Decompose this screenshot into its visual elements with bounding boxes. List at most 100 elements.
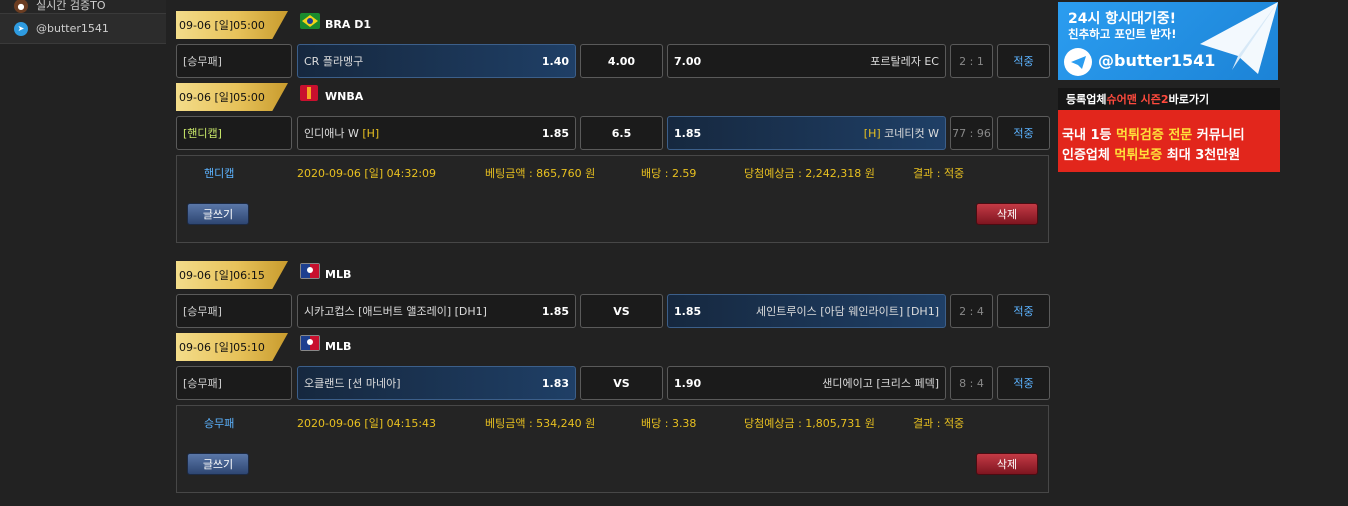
reg-top-prefix: 등록업체 xyxy=(1066,93,1107,106)
home-team: 인디애나 W xyxy=(304,127,359,140)
handicap-mark: [H] xyxy=(362,127,380,140)
delete-button[interactable]: 삭제 xyxy=(976,453,1038,475)
away-team: 코네티컷 W xyxy=(884,127,939,140)
league-header: 09-06 [일]05:10 MLB xyxy=(176,333,1050,361)
bet-summary: 핸디캡 2020-09-06 [일] 04:32:09 베팅금액 : 865,7… xyxy=(176,155,1049,243)
league-name: MLB xyxy=(325,340,352,353)
match-date: 09-06 [일]05:10 xyxy=(176,333,288,361)
brazil-flag-icon xyxy=(300,13,320,29)
bet-row: [승무패] CR 플라멩구 1.40 4.00 7.00 포르탈레자 EC 2 … xyxy=(176,44,1050,78)
home-team: 오클랜드 [션 마네아] xyxy=(304,377,401,390)
away-team: 샌디에이고 [크리스 페덱] xyxy=(822,377,939,390)
sidebar: ● 실시간 검증TO ➤ @butter1541 xyxy=(0,0,166,44)
away-odd: 7.00 xyxy=(674,54,702,68)
telegram-banner-subtitle: 친추하고 포인트 받자! xyxy=(1068,27,1177,41)
bet-row: [핸디캡] 인디애나 W [H] 1.85 6.5 1.85 [H] 코네티컷 … xyxy=(176,116,1050,150)
away-odd: 1.85 xyxy=(674,126,702,140)
away-pick[interactable]: 1.85 [H] 코네티컷 W xyxy=(667,116,946,150)
handicap-line[interactable]: 6.5 xyxy=(580,116,663,150)
away-pick[interactable]: 1.90 샌디에이고 [크리스 페덱] xyxy=(667,366,946,400)
summary-type: 승무패 xyxy=(204,417,235,430)
result-badge: 적중 xyxy=(997,116,1050,150)
sidebar-item-label: @butter1541 xyxy=(36,22,109,35)
league-name: WNBA xyxy=(325,90,364,103)
summary-line: 핸디캡 2020-09-06 [일] 04:32:09 베팅금액 : 865,7… xyxy=(177,165,1048,180)
home-odd: 1.40 xyxy=(541,54,569,68)
summary-type: 핸디캡 xyxy=(204,167,235,180)
write-button[interactable]: 글쓰기 xyxy=(187,453,249,475)
match-date: 09-06 [일]05:00 xyxy=(176,11,288,39)
user-icon: ● xyxy=(14,0,28,13)
match-score: 8 : 4 xyxy=(950,366,993,400)
league-header: 09-06 [일]06:15 MLB xyxy=(176,261,1050,289)
result-badge: 적중 xyxy=(997,294,1050,328)
away-pick[interactable]: 1.85 세인트루이스 [아담 웨인라이트] [DH1] xyxy=(667,294,946,328)
summary-amount: 베팅금액 : 534,240 원 xyxy=(485,417,596,430)
league-name: MLB xyxy=(325,268,352,281)
reg-line1-c: 커뮤니티 xyxy=(1192,128,1245,143)
versus-label: VS xyxy=(580,366,663,400)
result-badge: 적중 xyxy=(997,366,1050,400)
sidebar-item-telegram[interactable]: ➤ @butter1541 xyxy=(0,14,166,44)
home-pick[interactable]: 인디애나 W [H] 1.85 xyxy=(297,116,576,150)
registration-banner-line1: 국내 1등 먹튀검증 전문 커뮤니티 xyxy=(1062,124,1245,143)
summary-line: 승무패 2020-09-06 [일] 04:15:43 베팅금액 : 534,2… xyxy=(177,415,1048,430)
home-pick[interactable]: 오클랜드 [션 마네아] 1.83 xyxy=(297,366,576,400)
summary-result: 결과 : 적중 xyxy=(913,417,965,430)
reg-line2-c: 최대 3천만원 xyxy=(1162,148,1241,163)
home-team: CR 플라멩구 xyxy=(304,55,364,68)
bet-row: [승무패] 시카고컵스 [애드버트 앨조레이] [DH1] 1.85 VS 1.… xyxy=(176,294,1050,328)
sidebar-item-label: 실시간 검증TO xyxy=(36,0,106,12)
telegram-banner-title: 24시 항시대기중! xyxy=(1068,11,1177,27)
bet-summary: 승무패 2020-09-06 [일] 04:15:43 베팅금액 : 534,2… xyxy=(176,405,1049,493)
home-odd: 1.83 xyxy=(541,376,569,390)
away-team-wrap: [H] 코네티컷 W xyxy=(864,125,939,141)
sidebar-item-verify[interactable]: ● 실시간 검증TO xyxy=(0,0,166,14)
write-button[interactable]: 글쓰기 xyxy=(187,203,249,225)
league-header: 09-06 [일]05:00 BRA D1 xyxy=(176,11,1050,39)
registration-banner[interactable]: 등록업체 슈어맨 시즌2 바로가기 국내 1등 먹튀검증 전문 커뮤니티 인증업… xyxy=(1058,88,1280,172)
home-odd: 1.85 xyxy=(541,126,569,140)
reg-line2-a: 인증업체 xyxy=(1062,148,1115,163)
league-header: 09-06 [일]05:00 WNBA xyxy=(176,83,1050,111)
bet-type: [승무패] xyxy=(176,366,292,400)
reg-line1-a: 국내 1등 xyxy=(1062,128,1116,143)
result-badge: 적중 xyxy=(997,44,1050,78)
home-team-wrap: 인디애나 W [H] xyxy=(304,125,379,141)
match-date: 09-06 [일]06:15 xyxy=(176,261,288,289)
draw-odd[interactable]: 4.00 xyxy=(580,44,663,78)
summary-odds: 배당 : 2.59 xyxy=(641,167,697,180)
away-odd: 1.90 xyxy=(674,376,702,390)
match-score: 2 : 1 xyxy=(950,44,993,78)
reg-line2-b: 먹튀보증 xyxy=(1114,148,1163,163)
away-odd: 1.85 xyxy=(674,304,702,318)
summary-odds: 배당 : 3.38 xyxy=(641,417,697,430)
summary-result: 결과 : 적중 xyxy=(913,167,965,180)
summary-date: 2020-09-06 [일] 04:32:09 xyxy=(297,167,437,180)
mlb-logo-icon xyxy=(300,263,320,279)
home-pick[interactable]: CR 플라멩구 1.40 xyxy=(297,44,576,78)
match-score: 77 : 96 xyxy=(950,116,993,150)
away-team: 포르탈레자 EC xyxy=(870,55,939,68)
league-name: BRA D1 xyxy=(325,18,371,31)
delete-button[interactable]: 삭제 xyxy=(976,203,1038,225)
match-date: 09-06 [일]05:00 xyxy=(176,83,288,111)
bet-type: [승무패] xyxy=(176,44,292,78)
telegram-banner[interactable]: 24시 항시대기중! 친추하고 포인트 받자! @butter1541 xyxy=(1058,2,1278,80)
summary-expected: 당첨예상금 : 2,242,318 원 xyxy=(744,167,875,180)
reg-top-accent: 슈어맨 시즌2 xyxy=(1106,93,1169,106)
home-odd: 1.85 xyxy=(541,304,569,318)
telegram-plane-icon xyxy=(1200,2,1278,74)
summary-date: 2020-09-06 [일] 04:15:43 xyxy=(297,417,437,430)
away-pick[interactable]: 7.00 포르탈레자 EC xyxy=(667,44,946,78)
bet-row: [승무패] 오클랜드 [션 마네아] 1.83 VS 1.90 샌디에이고 [크… xyxy=(176,366,1050,400)
match-score: 2 : 4 xyxy=(950,294,993,328)
versus-label: VS xyxy=(580,294,663,328)
telegram-icon: ➤ xyxy=(14,21,28,36)
reg-line1-b: 먹튀검증 전문 xyxy=(1115,128,1193,143)
home-pick[interactable]: 시카고컵스 [애드버트 앨조레이] [DH1] 1.85 xyxy=(297,294,576,328)
away-team: 세인트루이스 [아담 웨인라이트] [DH1] xyxy=(756,305,939,318)
bet-type: [핸디캡] xyxy=(176,116,292,150)
bet-type: [승무패] xyxy=(176,294,292,328)
mlb-logo-icon xyxy=(300,335,320,351)
